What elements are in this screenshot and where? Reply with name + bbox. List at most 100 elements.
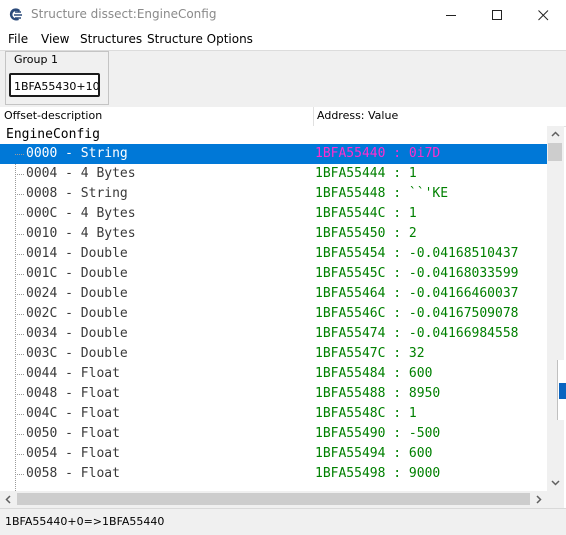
scroll-up-button[interactable] [547, 126, 564, 143]
tree-root-label[interactable]: EngineConfig [6, 126, 100, 144]
tree-row[interactable]: 0050 - Float 1BFA55490 : -500 [0, 424, 547, 444]
menu-bar: File View Structures Structure Options [0, 30, 566, 50]
row-offset-description: 0024 - Double [26, 286, 128, 301]
row-address-value: 1BFA55474 : -0.04166984558 [315, 326, 519, 341]
row-offset-description: 0058 - Float [26, 466, 120, 481]
menu-structures[interactable]: Structures [80, 32, 142, 46]
tree-row[interactable]: 004C - Float 1BFA5548C : 1 [0, 404, 547, 424]
tree-branch-line [15, 154, 24, 155]
row-address-value: 1BFA55498 : 9000 [315, 466, 441, 481]
tree-branch-line [15, 174, 24, 175]
row-address-value: 1BFA55494 : 600 [315, 446, 433, 461]
row-address-value: 1BFA5547C : 32 [315, 346, 425, 361]
tree-row[interactable]: 0044 - Float 1BFA55484 : 600 [0, 364, 547, 384]
row-offset-description: 0010 - 4 Bytes [26, 226, 136, 241]
tree-row[interactable]: 0014 - Double 1BFA55454 : -0.04168510437 [0, 244, 547, 264]
tree-row[interactable]: 0034 - Double 1BFA55474 : -0.04166984558 [0, 324, 547, 344]
row-offset-description: 0034 - Double [26, 326, 128, 341]
title-bar: Structure dissect:EngineConfig [0, 0, 566, 30]
tree-row[interactable]: 0058 - Float 1BFA55498 : 9000 [0, 464, 547, 484]
horizontal-scrollbar[interactable] [0, 491, 564, 508]
tree-row[interactable]: 0010 - 4 Bytes 1BFA55450 : 2 [0, 224, 547, 244]
tree-row[interactable]: 0048 - Float 1BFA55488 : 8950 [0, 384, 547, 404]
tree-row[interactable]: 002C - Double 1BFA5546C : -0.04167509078 [0, 304, 547, 324]
group-label: Group 1 [13, 53, 59, 66]
cheat-engine-logo-icon [8, 7, 24, 23]
row-address-value: 1BFA55450 : 2 [315, 226, 417, 241]
row-offset-description: 0014 - Double [26, 246, 128, 261]
row-offset-description: 0004 - 4 Bytes [26, 166, 136, 181]
row-address-value: 1BFA55464 : -0.04166460037 [315, 286, 519, 301]
row-address-value: 1BFA5548C : 1 [315, 406, 417, 421]
tree-row[interactable]: 0000 - String 1BFA55440 : 0i7D [0, 144, 547, 164]
column-offset-description[interactable]: Offset-description [4, 109, 102, 122]
tree-branch-line [15, 354, 24, 355]
tree-row[interactable]: 0054 - Float 1BFA55494 : 600 [0, 444, 547, 464]
tree-row[interactable]: 001C - Double 1BFA5545C : -0.04168033599 [0, 264, 547, 284]
tree-branch-line [15, 454, 24, 455]
tree-branch-line [15, 194, 24, 195]
scroll-right-arrow-icon [536, 495, 542, 504]
tree-row[interactable]: 000C - 4 Bytes 1BFA5544C : 1 [0, 204, 547, 224]
menu-view[interactable]: View [41, 32, 69, 46]
scroll-right-button[interactable] [530, 491, 547, 508]
row-address-value: 1BFA5546C : -0.04167509078 [315, 306, 519, 321]
address-field[interactable]: 1BFA55430+10 [9, 73, 100, 97]
row-offset-description: 0050 - Float [26, 426, 120, 441]
structure-tree[interactable]: EngineConfig 0000 - String 1BFA55440 : 0i… [0, 126, 547, 491]
tree-branch-line [15, 254, 24, 255]
minimize-button[interactable] [428, 0, 474, 30]
column-divider[interactable] [313, 107, 314, 126]
status-bar: 1BFA55440+0=>1BFA55440 [0, 508, 566, 535]
column-header: Offset-description Address: Value [0, 107, 566, 127]
row-address-value: 1BFA55454 : -0.04168510437 [315, 246, 519, 261]
background-window-highlight [559, 383, 566, 399]
column-address-value[interactable]: Address: Value [317, 109, 398, 122]
row-address-value: 1BFA5545C : -0.04168033599 [315, 266, 519, 281]
row-offset-description: 002C - Double [26, 306, 128, 321]
row-offset-description: 0048 - Float [26, 386, 120, 401]
row-address-value: 1BFA55488 : 8950 [315, 386, 441, 401]
scroll-left-arrow-icon [5, 495, 11, 504]
tree-row[interactable]: 0004 - 4 Bytes 1BFA55444 : 1 [0, 164, 547, 184]
row-offset-description: 000C - 4 Bytes [26, 206, 136, 221]
tree-branch-line [15, 274, 24, 275]
row-address-value: 1BFA55448 : ``'KE [315, 186, 449, 201]
minimize-icon [446, 15, 456, 16]
row-address-value: 1BFA55444 : 1 [315, 166, 417, 181]
tree-branch-line [15, 214, 24, 215]
vertical-scrollbar[interactable] [547, 126, 564, 491]
close-icon [538, 10, 549, 21]
tree-branch-line [15, 314, 24, 315]
menu-file[interactable]: File [8, 32, 28, 46]
row-address-value: 1BFA55490 : -500 [315, 426, 441, 441]
scroll-down-arrow-icon [551, 480, 560, 486]
vertical-scroll-thumb[interactable] [548, 143, 562, 161]
status-text: 1BFA55440+0=>1BFA55440 [5, 515, 165, 528]
row-offset-description: 0008 - String [26, 186, 128, 201]
menu-structure-options[interactable]: Structure Options [147, 32, 253, 46]
row-address-value: 1BFA5544C : 1 [315, 206, 417, 221]
tree-branch-line [15, 474, 24, 475]
tree-branch-line [15, 334, 24, 335]
maximize-icon [492, 10, 502, 20]
row-offset-description: 003C - Double [26, 346, 128, 361]
close-button[interactable] [520, 0, 566, 30]
tree-branch-line [15, 234, 24, 235]
row-address-value: 1BFA55440 : 0i7D [315, 146, 441, 161]
group-area: Group 1 1BFA55430+10 [0, 50, 566, 108]
row-offset-description: 001C - Double [26, 266, 128, 281]
scroll-up-arrow-icon [551, 131, 560, 137]
scroll-down-button[interactable] [547, 474, 564, 491]
tree-row[interactable]: 0008 - String 1BFA55448 : ``'KE [0, 184, 547, 204]
tree-row[interactable]: 003C - Double 1BFA5547C : 32 [0, 344, 547, 364]
row-offset-description: 0054 - Float [26, 446, 120, 461]
row-offset-description: 004C - Float [26, 406, 120, 421]
row-offset-description: 0044 - Float [26, 366, 120, 381]
tree-row[interactable]: 0024 - Double 1BFA55464 : -0.04166460037 [0, 284, 547, 304]
row-offset-description: 0000 - String [26, 146, 128, 161]
horizontal-scroll-thumb[interactable] [17, 493, 530, 505]
tree-branch-line [15, 434, 24, 435]
scroll-left-button[interactable] [0, 491, 17, 508]
maximize-button[interactable] [474, 0, 520, 30]
